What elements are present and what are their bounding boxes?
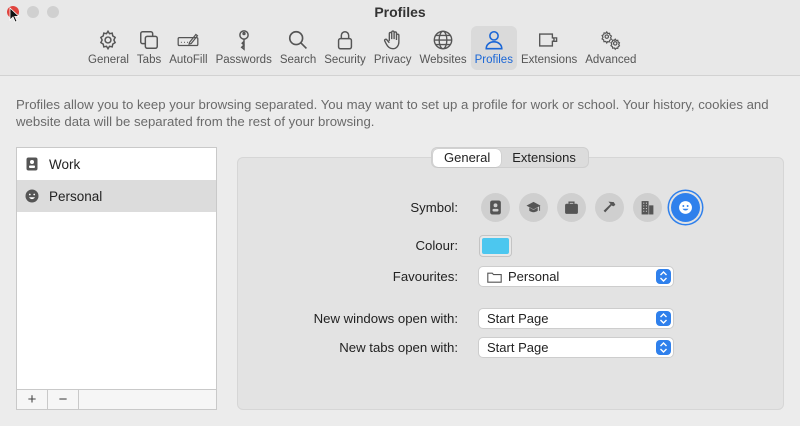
favourites-value: Personal — [508, 269, 560, 284]
add-profile-button[interactable]: + — [17, 390, 48, 409]
folder-icon — [487, 271, 502, 283]
profiles-list: Work Personal + − — [16, 147, 217, 410]
smiley-icon — [25, 189, 39, 203]
list-item-work[interactable]: Work — [17, 148, 216, 180]
person-icon — [485, 30, 503, 50]
tab-general[interactable]: General — [84, 26, 133, 70]
new-windows-label: New windows open with: — [313, 311, 458, 326]
building-icon — [641, 201, 654, 215]
new-tabs-popup[interactable]: Start Page — [478, 337, 674, 358]
tab-tabs[interactable]: Tabs — [133, 26, 165, 70]
profile-name: Personal — [49, 188, 103, 204]
tab-security-label: Security — [324, 54, 366, 66]
remove-profile-button[interactable]: − — [48, 390, 79, 409]
tab-security[interactable]: Security — [320, 26, 370, 70]
window-titlebar: Profiles General Tabs AutoFill Passwords… — [0, 0, 800, 76]
symbol-label: Symbol: — [410, 200, 458, 215]
symbol-hammer-button[interactable] — [595, 193, 624, 222]
tab-profiles-label: Profiles — [474, 54, 513, 66]
profile-tabs: General Extensions — [431, 147, 589, 168]
window-title: Profiles — [374, 4, 426, 20]
symbol-smiley-button[interactable] — [671, 193, 700, 222]
new-windows-popup[interactable]: Start Page — [478, 308, 674, 329]
symbol-briefcase-button[interactable] — [557, 193, 586, 222]
tab-autofill-label: AutoFill — [169, 54, 208, 66]
tab-extensions-label: Extensions — [520, 54, 578, 66]
tab-privacy[interactable]: Privacy — [370, 26, 416, 70]
colour-well[interactable] — [479, 235, 512, 257]
puzzle-icon — [539, 33, 558, 47]
gears-icon — [601, 30, 621, 51]
preferences-toolbar: General Tabs AutoFill Passwords Search S… — [84, 26, 640, 70]
tab-search-label: Search — [279, 54, 317, 66]
profiles-description: Profiles allow you to keep your browsing… — [16, 97, 769, 129]
id-badge-icon — [25, 157, 39, 171]
magnifier-icon — [288, 30, 308, 50]
chevron-up-down-icon — [656, 311, 671, 326]
new-tabs-label: New tabs open with: — [339, 340, 458, 355]
tab-search[interactable]: Search — [276, 26, 320, 70]
symbol-picker — [481, 193, 700, 222]
favourites-popup[interactable]: Personal — [478, 266, 674, 287]
tabs-icon — [140, 31, 159, 49]
symbol-id-badge-button[interactable] — [481, 193, 510, 222]
tab-passwords[interactable]: Passwords — [212, 26, 276, 70]
pencil-field-icon — [177, 33, 199, 47]
tab-extensions-settings[interactable]: Extensions — [501, 149, 587, 167]
tab-profiles[interactable]: Profiles — [470, 26, 517, 70]
graduation-cap-icon — [526, 201, 541, 213]
tab-general-settings[interactable]: General — [433, 149, 502, 167]
symbol-graduation-cap-button[interactable] — [519, 193, 548, 222]
id-badge-icon — [490, 200, 501, 215]
list-item-personal[interactable]: Personal — [17, 180, 216, 212]
tab-websites-label: Websites — [419, 54, 467, 66]
tab-extensions[interactable]: Extensions — [517, 26, 581, 70]
colour-swatch — [482, 238, 509, 254]
tab-passwords-label: Passwords — [215, 54, 272, 66]
tab-advanced[interactable]: Advanced — [581, 26, 640, 70]
colour-label: Colour: — [415, 238, 458, 253]
tab-autofill[interactable]: AutoFill — [165, 26, 211, 70]
profile-name: Work — [49, 156, 81, 172]
favourites-label: Favourites: — [392, 269, 458, 284]
symbol-building-button[interactable] — [633, 193, 662, 222]
globe-icon — [433, 30, 453, 50]
gear-icon — [100, 29, 117, 51]
smiley-icon — [679, 201, 692, 214]
new-tabs-value: Start Page — [487, 340, 549, 355]
new-windows-value: Start Page — [487, 311, 549, 326]
chevron-up-down-icon — [656, 340, 671, 355]
tab-websites[interactable]: Websites — [416, 26, 471, 70]
list-footer: + − — [17, 389, 216, 409]
hand-icon — [383, 30, 400, 50]
lock-icon — [337, 31, 353, 50]
mouse-cursor-icon — [9, 7, 19, 23]
tab-general-label: General — [88, 54, 129, 66]
tab-privacy-label: Privacy — [373, 54, 412, 66]
tab-advanced-label: Advanced — [585, 54, 637, 66]
tab-tabs-label: Tabs — [136, 54, 162, 66]
key-icon — [238, 30, 249, 51]
hammer-icon — [603, 201, 616, 213]
chevron-up-down-icon — [656, 269, 671, 284]
briefcase-icon — [565, 201, 578, 214]
